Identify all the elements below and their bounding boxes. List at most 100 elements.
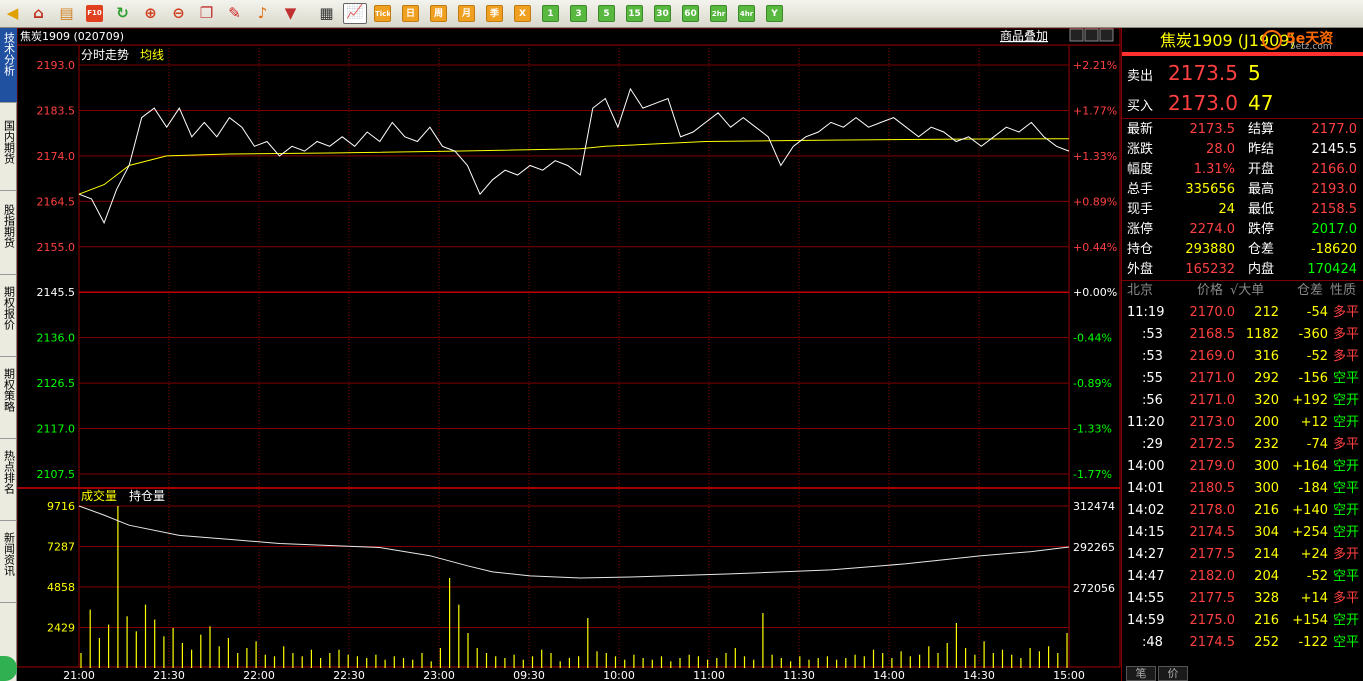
period-60min-button[interactable]: 60 xyxy=(682,5,699,22)
tick-row[interactable]: 14:47 2182.0 204 -52 空平 xyxy=(1122,566,1363,588)
tab-ticks[interactable]: 笔 xyxy=(1126,666,1156,681)
period-x-button[interactable]: X xyxy=(514,5,531,22)
tick-row[interactable]: 11:19 2170.0 212 -54 多平 xyxy=(1122,302,1363,324)
period-30min-button[interactable]: 30 xyxy=(654,5,671,22)
tick-row[interactable]: :53 2169.0 316 -52 多平 xyxy=(1122,346,1363,368)
tick-time: :53 xyxy=(1142,349,1163,364)
stat-row: 持仓 293880 仓差 -18620 xyxy=(1122,240,1363,260)
period-2hr-button[interactable]: 2hr xyxy=(710,5,727,22)
sidebar-tab-domestic-futures[interactable]: 国内期货 xyxy=(0,116,17,191)
period-3min-button[interactable]: 3 xyxy=(570,5,587,22)
tick-price: 2179.0 xyxy=(1189,459,1236,474)
sidebar: 技术分析 国内期货 股指期货 期权报价 期权策略 热点排名 新闻资讯 xyxy=(0,28,17,681)
chart-icon[interactable]: 📈 xyxy=(343,3,367,24)
tick-time: :29 xyxy=(1142,437,1163,452)
stat-key: 现手 xyxy=(1127,202,1154,217)
f10-icon[interactable]: F10 xyxy=(86,5,103,22)
brand-url: 5etz.com xyxy=(1290,42,1332,52)
tick-row[interactable]: 14:55 2177.5 328 +14 多平 xyxy=(1122,588,1363,610)
sidebar-tab-label: 期权报价 xyxy=(2,286,16,330)
period-year-button[interactable]: Y xyxy=(766,5,783,22)
pct-label: -1.77% xyxy=(1073,468,1112,481)
bid-row: 买入 2173.0 47 xyxy=(1122,88,1363,118)
nav-left-icon[interactable] xyxy=(1069,28,1084,42)
tick-price: 2170.0 xyxy=(1189,305,1236,320)
window-icon[interactable]: ❐ xyxy=(198,5,215,22)
sidebar-tab-news[interactable]: 新闻资讯 xyxy=(0,528,17,603)
stat-row: 最新 2173.5 结算 2177.0 xyxy=(1122,120,1363,140)
back-icon[interactable]: ◀ xyxy=(4,5,21,22)
chart-nav-buttons[interactable] xyxy=(1069,28,1114,42)
oi-label: 312474 xyxy=(1073,500,1115,513)
header-time: 北京 xyxy=(1127,283,1154,298)
tick-row[interactable]: :55 2171.0 292 -156 空平 xyxy=(1122,368,1363,390)
price-label: 2174.0 xyxy=(37,150,76,163)
tick-row[interactable]: 14:59 2175.0 216 +154 空开 xyxy=(1122,610,1363,632)
tick-button[interactable]: Tick xyxy=(374,5,391,22)
bell-icon[interactable]: ♪ xyxy=(254,5,271,22)
period-week-button[interactable]: 周 xyxy=(430,5,447,22)
time-label: 14:30 xyxy=(963,669,995,681)
period-4hr-button[interactable]: 4hr xyxy=(738,5,755,22)
tick-row[interactable]: 11:20 2173.0 200 +12 空开 xyxy=(1122,412,1363,434)
intraday-chart[interactable]: 焦炭1909 (020709) 商品叠加 分时走势 均线 成交量 持仓量 219… xyxy=(17,28,1121,681)
sidebar-tab-index-futures[interactable]: 股指期货 xyxy=(0,200,17,275)
tick-nature: 空平 xyxy=(1332,569,1359,584)
tick-volume: 204 xyxy=(1254,569,1279,584)
tick-time: 14:01 xyxy=(1127,481,1165,496)
zoom-out-icon[interactable]: ⊖ xyxy=(170,5,187,22)
tick-price: 2171.0 xyxy=(1189,371,1236,386)
tick-row[interactable]: :29 2172.5 232 -74 多平 xyxy=(1122,434,1363,456)
stat-value: 1.31% xyxy=(1193,162,1235,177)
pen-icon[interactable]: ✎ xyxy=(226,5,243,22)
nav-right-icon[interactable] xyxy=(1099,28,1114,42)
period-15min-button[interactable]: 15 xyxy=(626,5,643,22)
sidebar-tab-option-strategy[interactable]: 期权策略 xyxy=(0,364,17,439)
period-5min-button[interactable]: 5 xyxy=(598,5,615,22)
tick-oi: -122 xyxy=(1298,635,1328,650)
zoom-in-icon[interactable]: ⊕ xyxy=(142,5,159,22)
tick-price: 2177.5 xyxy=(1189,591,1236,606)
tick-row[interactable]: 14:27 2177.5 214 +24 多开 xyxy=(1122,544,1363,566)
legend-avg: 均线 xyxy=(140,48,164,62)
price-label: 2183.5 xyxy=(37,104,76,117)
home-icon[interactable]: ⌂ xyxy=(30,5,47,22)
tick-row[interactable]: 14:02 2178.0 216 +140 空开 xyxy=(1122,500,1363,522)
sidebar-tab-hot-ranking[interactable]: 热点排名 xyxy=(0,446,17,521)
tick-oi: -184 xyxy=(1298,481,1328,496)
tick-time: :56 xyxy=(1142,393,1163,408)
sidebar-tab-label: 国内期货 xyxy=(2,120,16,164)
tick-row[interactable]: 14:01 2180.5 300 -184 空平 xyxy=(1122,478,1363,500)
filter-icon[interactable]: ▼ xyxy=(282,5,299,22)
tick-row[interactable]: :48 2174.5 252 -122 空平 xyxy=(1122,632,1363,654)
tick-price: 2172.5 xyxy=(1189,437,1236,452)
refresh-icon[interactable]: ↻ xyxy=(114,5,131,22)
sidebar-tab-option-quotes[interactable]: 期权报价 xyxy=(0,282,17,357)
stat-key: 涨停 xyxy=(1127,222,1154,237)
ask-price: 2173.5 xyxy=(1168,61,1238,85)
bottom-badge-icon[interactable] xyxy=(0,656,17,681)
notebook-icon[interactable]: ▤ xyxy=(58,5,75,22)
tick-time: 14:00 xyxy=(1127,459,1165,474)
tab-price[interactable]: 价 xyxy=(1158,666,1188,681)
period-day-button[interactable]: 日 xyxy=(402,5,419,22)
period-quarter-button[interactable]: 季 xyxy=(486,5,503,22)
nav-fit-icon[interactable] xyxy=(1084,28,1099,42)
tick-row[interactable]: 14:00 2179.0 300 +164 空开 xyxy=(1122,456,1363,478)
brand-logo-icon xyxy=(1262,30,1282,50)
tick-volume: 216 xyxy=(1254,613,1279,628)
stat-key: 涨跌 xyxy=(1127,142,1154,157)
pct-label: -0.44% xyxy=(1073,332,1112,345)
overlay-link[interactable]: 商品叠加 xyxy=(1000,28,1048,43)
table-icon[interactable]: ▦ xyxy=(318,5,335,22)
tick-row[interactable]: :56 2171.0 320 +192 空开 xyxy=(1122,390,1363,412)
tick-row[interactable]: 14:15 2174.5 304 +254 空开 xyxy=(1122,522,1363,544)
price-label: 2136.0 xyxy=(37,332,76,345)
tick-nature: 空开 xyxy=(1332,503,1359,518)
tick-row[interactable]: :53 2168.5 1182 -360 多平 xyxy=(1122,324,1363,346)
price-label: 2126.5 xyxy=(37,377,76,390)
period-month-button[interactable]: 月 xyxy=(458,5,475,22)
sidebar-tab-tech-analysis[interactable]: 技术分析 xyxy=(0,28,17,103)
period-1min-button[interactable]: 1 xyxy=(542,5,559,22)
tick-nature: 空开 xyxy=(1332,459,1359,474)
